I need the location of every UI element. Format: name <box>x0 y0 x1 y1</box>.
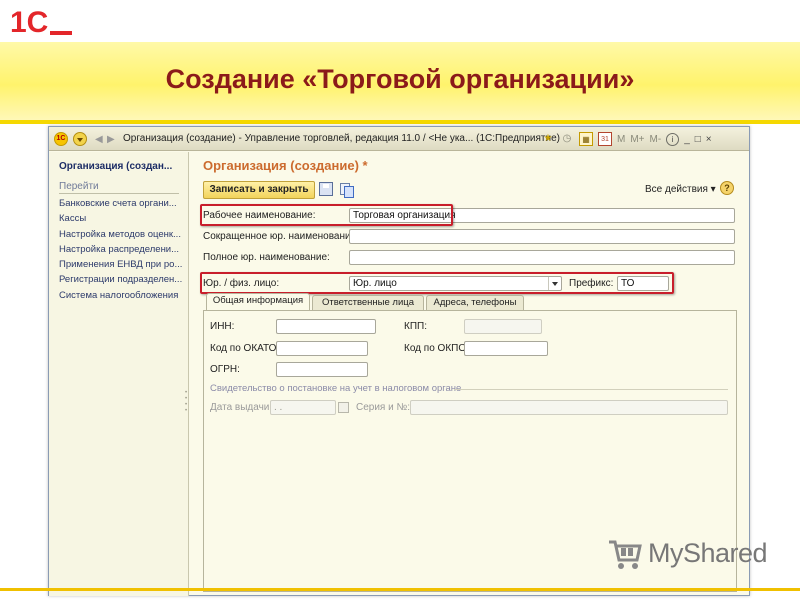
inn-label: ИНН: <box>210 321 235 332</box>
tab-addresses-phones[interactable]: Адреса, телефоны <box>426 295 524 310</box>
save-icon[interactable] <box>319 182 333 196</box>
ogrn-label: ОГРН: <box>210 364 240 375</box>
forward-arrow-icon[interactable]: ▶ <box>107 134 115 145</box>
series-number-field[interactable] <box>410 400 728 415</box>
okpo-label: Код по ОКПО: <box>404 343 469 354</box>
kpp-field[interactable] <box>464 319 542 334</box>
save-and-close-button[interactable]: Записать и закрыть <box>203 181 315 199</box>
back-arrow-icon[interactable]: ◀ <box>95 134 103 145</box>
titlebar-toolbar: ★ ◷ ▦ 31 M M+ M- i _ □ × <box>541 131 712 147</box>
sidebar-title[interactable]: Организация (создан... <box>59 161 172 172</box>
calculator-icon[interactable]: ▦ <box>579 132 593 146</box>
okato-label: Код по ОКАТО: <box>210 343 280 354</box>
sidebar-links: Банковские счета органи... Кассы Настрой… <box>59 196 187 303</box>
calendar-icon[interactable]: 31 <box>598 132 612 146</box>
full-name-label: Полное юр. наименование: <box>203 252 330 263</box>
sidebar-item-valuation-methods[interactable]: Настройка методов оценк... <box>59 227 187 242</box>
memory-minus-button[interactable]: M- <box>650 134 662 145</box>
memory-m-button[interactable]: M <box>617 134 625 145</box>
tab-responsible-persons[interactable]: Ответственные лица <box>312 295 424 310</box>
window-titlebar: 1С ◀ ▶ Организация (создание) - Управлен… <box>49 127 749 151</box>
copy-document-icon[interactable] <box>339 182 354 198</box>
tab-general-info[interactable]: Общая информация <box>206 293 310 310</box>
sidebar-item-distribution-settings[interactable]: Настройка распределени... <box>59 242 187 257</box>
app-window: 1С ◀ ▶ Организация (создание) - Управлен… <box>48 126 750 596</box>
short-name-label: Сокращенное юр. наименование: <box>203 231 359 242</box>
sidebar-item-tax-system[interactable]: Система налогообложения <box>59 288 187 303</box>
minimize-button[interactable]: _ <box>684 134 690 145</box>
certificate-section-divider <box>454 389 728 390</box>
okato-field[interactable] <box>276 341 368 356</box>
series-number-label: Серия и №: <box>356 402 410 413</box>
slide-bottom-divider <box>0 588 800 591</box>
help-icon[interactable]: ? <box>720 181 734 195</box>
short-name-field[interactable] <box>349 229 735 244</box>
form-title: Организация (создание) * <box>203 158 368 173</box>
1c-logo-text: 1С <box>10 6 48 36</box>
sidebar-item-envd-application[interactable]: Применения ЕНВД при ро... <box>59 257 187 272</box>
certificate-section-caption: Свидетельство о постановке на учет в нал… <box>210 383 462 394</box>
full-name-field[interactable] <box>349 250 735 265</box>
sidebar-item-cash-desks[interactable]: Кассы <box>59 211 187 226</box>
favorite-star-icon[interactable]: ★ <box>541 132 555 146</box>
1c-logo-icon[interactable]: 1С <box>54 132 68 146</box>
memory-plus-button[interactable]: M+ <box>630 134 644 145</box>
kpp-label: КПП: <box>404 321 427 332</box>
watermark-text: MyShared <box>648 538 768 568</box>
info-icon[interactable]: i <box>666 132 680 146</box>
sidebar-go-heading: Перейти <box>59 181 179 194</box>
slide-title-banner: Создание «Торговой организации» <box>0 42 800 124</box>
sidebar-item-subdivision-registrations[interactable]: Регистрации подразделен... <box>59 272 187 287</box>
all-actions-menu[interactable]: Все действия ▾ <box>645 184 716 195</box>
slide-title: Создание «Торговой организации» <box>165 64 635 94</box>
myshared-watermark: MyShared <box>606 536 776 576</box>
sidebar-item-bank-accounts[interactable]: Банковские счета органи... <box>59 196 187 211</box>
window-title: Организация (создание) - Управление торг… <box>123 133 560 144</box>
highlight-work-name <box>200 204 453 226</box>
inn-field[interactable] <box>276 319 376 334</box>
main-menu-dropdown-icon[interactable] <box>73 132 87 146</box>
close-button[interactable]: × <box>706 134 712 145</box>
navigation-panel: Организация (создан... Перейти Банковски… <box>49 152 189 596</box>
highlight-entity-type <box>200 272 674 294</box>
maximize-button[interactable]: □ <box>695 134 701 145</box>
ogrn-field[interactable] <box>276 362 368 377</box>
panel-resize-grip[interactable]: • • • • <box>185 390 189 414</box>
issue-date-field[interactable]: . . <box>270 400 336 415</box>
okpo-field[interactable] <box>464 341 548 356</box>
cart-icon <box>609 540 642 569</box>
issue-date-label: Дата выдачи: <box>210 402 273 413</box>
1c-logo: 1С <box>10 6 72 36</box>
calendar-icon[interactable] <box>338 402 349 413</box>
history-icon[interactable]: ◷ <box>560 132 574 146</box>
